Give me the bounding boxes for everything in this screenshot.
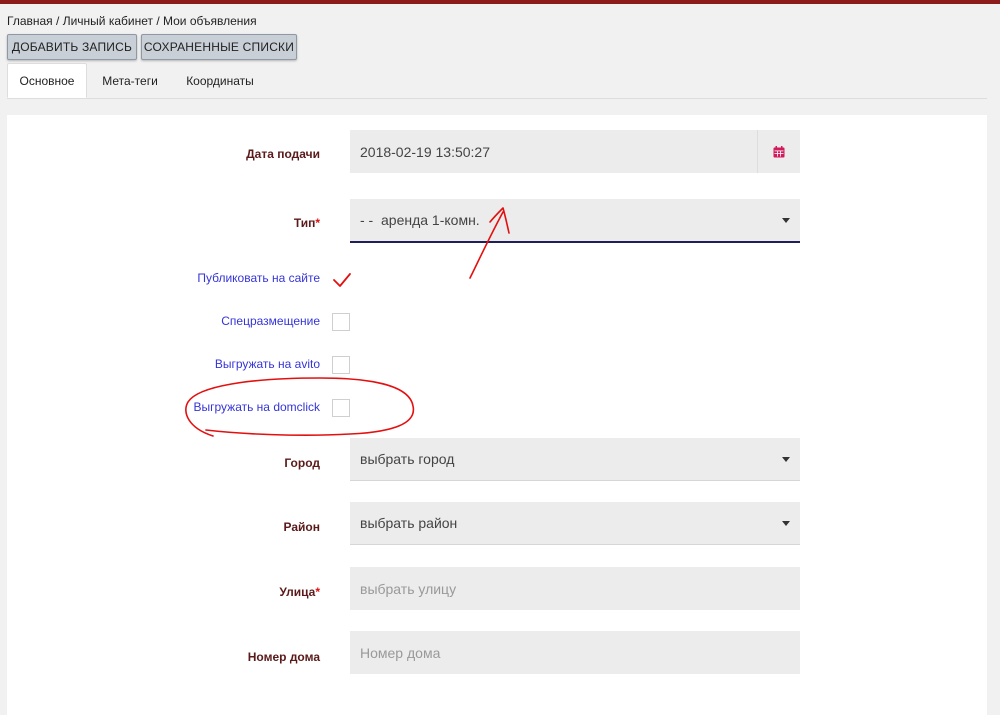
house-input[interactable]: Номер дома	[350, 631, 800, 674]
district-value: выбрать район	[360, 515, 458, 531]
required-mark: *	[315, 585, 320, 599]
top-accent-bar	[0, 0, 1000, 4]
domclick-checkbox[interactable]	[332, 399, 350, 417]
breadcrumb-home[interactable]: Главная	[7, 14, 53, 28]
tab-main[interactable]: Основное	[7, 63, 87, 98]
tab-coordinates[interactable]: Координаты	[175, 63, 265, 98]
tab-bar: Основное Мета-теги Координаты	[7, 63, 987, 99]
publish-label: Публиковать на сайте	[197, 271, 320, 285]
avito-checkbox[interactable]	[332, 356, 350, 374]
house-label: Номер дома	[247, 650, 320, 664]
district-select[interactable]: выбрать район	[350, 502, 800, 545]
required-mark: *	[315, 216, 320, 230]
date-field[interactable]: 2018-02-19 13:50:27	[350, 130, 800, 173]
type-value: - - аренда 1-комн.	[360, 212, 480, 228]
type-label: Тип*	[294, 216, 320, 230]
type-label-text: Тип	[293, 216, 316, 230]
street-input[interactable]: выбрать улицу	[350, 567, 800, 610]
city-select[interactable]: выбрать город	[350, 438, 800, 481]
calendar-button[interactable]	[757, 130, 800, 173]
street-label-text: Улица	[279, 585, 316, 599]
caret-down-icon	[782, 457, 790, 462]
saved-lists-button[interactable]: СОХРАНЕННЫЕ СПИСКИ	[141, 34, 297, 60]
caret-down-icon	[782, 218, 790, 223]
caret-down-icon	[782, 521, 790, 526]
city-value: выбрать город	[360, 451, 455, 467]
date-value: 2018-02-19 13:50:27	[360, 143, 490, 160]
breadcrumb-current: Мои объявления	[163, 14, 257, 28]
special-label: Спецразмещение	[221, 314, 320, 328]
tab-meta-tags[interactable]: Мета-теги	[89, 63, 171, 98]
domclick-label: Выгружать на domclick	[193, 400, 320, 414]
type-select[interactable]: - - аренда 1-комн.	[350, 199, 800, 243]
house-placeholder: Номер дома	[360, 644, 441, 661]
street-label: Улица*	[279, 585, 320, 599]
special-checkbox[interactable]	[332, 313, 350, 331]
city-label: Город	[284, 456, 320, 470]
add-record-button[interactable]: ДОБАВИТЬ ЗАПИСЬ	[7, 34, 137, 60]
breadcrumb-separator: /	[152, 14, 163, 28]
district-label: Район	[283, 520, 320, 534]
calendar-icon	[773, 145, 785, 157]
street-placeholder: выбрать улицу	[360, 580, 457, 597]
date-label: Дата подачи	[246, 147, 320, 161]
breadcrumb-cabinet[interactable]: Личный кабинет	[63, 14, 153, 28]
breadcrumb: Главная / Личный кабинет / Мои объявлени…	[7, 14, 257, 28]
breadcrumb-separator: /	[52, 14, 63, 28]
avito-label: Выгружать на avito	[214, 357, 320, 371]
checkmark-icon[interactable]	[332, 271, 352, 289]
